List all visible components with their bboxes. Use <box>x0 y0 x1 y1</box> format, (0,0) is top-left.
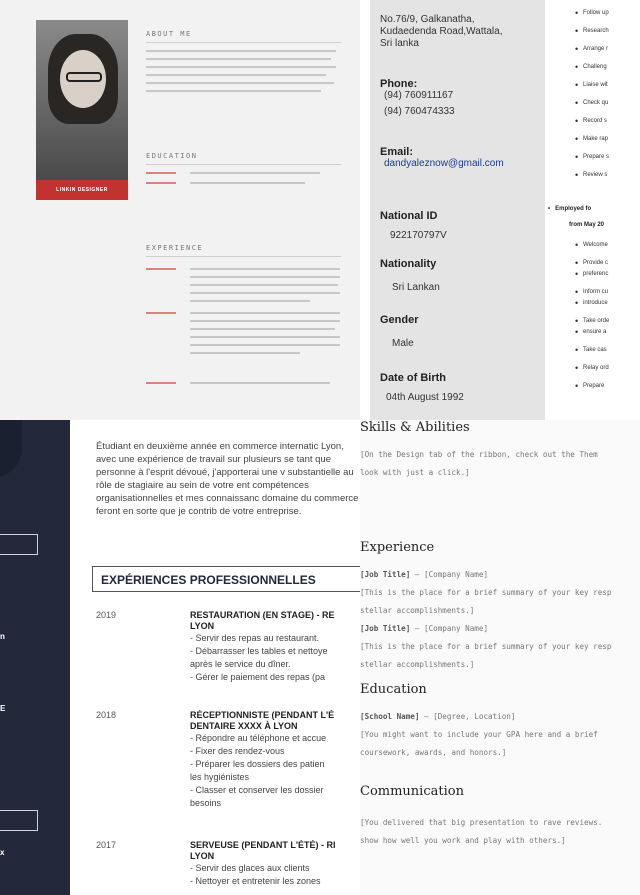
communication-heading: Communication <box>360 784 464 799</box>
resume-panel-grey-sidebar: No.76/9, Galkanatha, Kudaedenda Road,Wat… <box>360 0 640 420</box>
job-year: 2017 <box>96 840 117 850</box>
resume-panel-creative: LINKIN DESIGNER ABOUT ME EDUCATION EXPER… <box>0 0 360 420</box>
education-heading: Education <box>360 682 427 697</box>
list-item: Inform cu <box>575 287 609 300</box>
list-item: Make rap <box>575 134 609 154</box>
list-item-continued: introduce <box>575 298 609 318</box>
list-item-continued: ensure a <box>575 327 609 347</box>
sidebar-text: n <box>0 632 5 641</box>
duties-list-bottom: Welcome Provide c preferenc Inform cu in… <box>575 240 609 401</box>
section-title: EXPÉRIENCES PROFESSIONNELLES <box>92 566 360 592</box>
job-duty: - Servir des repas au restaurant. <box>190 633 320 643</box>
job-title: RESTAURATION (EN STAGE) - RE <box>190 610 335 620</box>
experience-heading: Experience <box>360 540 435 555</box>
skills-text: look with just a click.] <box>360 468 470 477</box>
job-entry: RÉCEPTIONNISTE (PENDANT L'É DENTAIRE XXX… <box>190 710 360 810</box>
dob-label: Date of Birth <box>380 372 446 384</box>
dob-value: 04th August 1992 <box>386 392 464 403</box>
job-title: LYON <box>190 851 215 861</box>
gender-value: Male <box>392 338 414 349</box>
list-item: Challeng <box>575 62 609 82</box>
profile-photo <box>36 20 128 180</box>
comm-text: [You delivered that big presentation to … <box>360 818 603 827</box>
gender-label: Gender <box>380 314 419 326</box>
job-entry: RESTAURATION (EN STAGE) - RE LYON - Serv… <box>190 610 360 684</box>
profile-photo <box>0 420 22 478</box>
list-item: Review s <box>575 170 609 190</box>
employment-heading: • Employed fo <box>548 206 592 212</box>
job-title: RÉCEPTIONNISTE (PENDANT L'É <box>190 710 335 720</box>
job-duty: - Préparer les dossiers des patien <box>190 759 325 769</box>
list-item: Take cas <box>575 345 609 365</box>
job-duty: - Servir des glaces aux clients <box>190 863 310 873</box>
address-line: No.76/9, Galkanatha, <box>380 14 475 25</box>
job-desc: stellar accomplishments.] <box>360 606 475 615</box>
job-title: SERVEUSE (PENDANT L'ÉTÉ) - RI <box>190 840 336 850</box>
photo-banner: LINKIN DESIGNER <box>36 180 128 200</box>
intro-paragraph: Étudiant en deuxième année en commerce i… <box>96 441 359 517</box>
job-entry: SERVEUSE (PENDANT L'ÉTÉ) - RI LYON - Ser… <box>190 840 360 888</box>
job-line: [Job Title] – [Company Name] <box>360 570 489 579</box>
national-id-label: National ID <box>380 210 438 222</box>
sidebar-box <box>0 534 38 555</box>
comm-text: show how well you work and play with oth… <box>360 836 566 845</box>
list-item: Check qu <box>575 98 609 118</box>
list-item: Follow up <box>575 8 609 28</box>
skills-text: [On the Design tab of the ribbon, check … <box>360 450 598 459</box>
job-desc: [This is the place for a brief summary o… <box>360 642 612 651</box>
experience-heading: EXPERIENCE <box>146 244 204 252</box>
address-line: Sri lanka <box>380 38 419 49</box>
job-year: 2018 <box>96 710 117 720</box>
list-item: Prepare <box>575 381 609 401</box>
job-line: [Job Title] – [Company Name] <box>360 624 489 633</box>
nationality-label: Nationality <box>380 258 437 270</box>
phone-number: (94) 760474333 <box>384 106 455 117</box>
job-duty: - Classer et conserver les dossier <box>190 785 324 795</box>
job-duty: - Gérer le paiement des repas (pa <box>190 672 326 682</box>
employment-date: from May 20 <box>569 222 605 228</box>
national-id-value: 922170797V <box>390 230 447 241</box>
list-item: Research <box>575 26 609 46</box>
email-link[interactable]: dandyaleznow@gmail.com <box>384 158 504 170</box>
nationality-value: Sri Lankan <box>392 282 440 293</box>
list-item: Liaise wit <box>575 80 609 100</box>
about-heading: ABOUT ME <box>146 30 192 38</box>
job-duty: - Fixer des rendez-vous <box>190 746 285 756</box>
sidebar-text: x <box>0 848 5 857</box>
job-duty: - Répondre au téléphone et accue <box>190 733 327 743</box>
list-item: Arrange r <box>575 44 609 64</box>
job-title: LYON <box>190 621 215 631</box>
job-desc: [This is the place for a brief summary o… <box>360 588 612 597</box>
email-label: Email: <box>380 146 414 158</box>
job-duty: besoins <box>190 798 222 808</box>
sidebar-text: E <box>0 704 6 713</box>
phone-number: (94) 760911167 <box>384 90 454 101</box>
job-duty: - Débarrasser les tables et nettoye <box>190 646 328 656</box>
list-item: Provide c <box>575 258 609 271</box>
list-item-continued: preferenc <box>575 269 609 289</box>
skills-heading: Skills & Abilities <box>360 420 470 435</box>
list-item: Relay ord <box>575 363 609 383</box>
list-item: Welcome <box>575 240 609 260</box>
edu-text: coursework, awards, and honors.] <box>360 748 507 757</box>
edu-text: [You might want to include your GPA here… <box>360 730 598 739</box>
job-duty: les hygiénistes <box>190 772 250 782</box>
sidebar-box <box>0 810 38 831</box>
phone-label: Phone: <box>380 78 418 90</box>
resume-panel-template: Skills & Abilities [On the Design tab of… <box>360 420 640 895</box>
job-title: DENTAIRE XXXX À LYON <box>190 721 298 731</box>
navy-sidebar: n E x <box>0 420 70 895</box>
resume-panel-french: n E x Étudiant en deuxième année en comm… <box>0 420 360 895</box>
duties-list-top: Follow up Research Arrange r Challeng Li… <box>575 8 609 190</box>
job-duty: après le service du dîner. <box>190 659 291 669</box>
job-duty: - Nettoyer et entretenir les zones <box>190 876 321 886</box>
address-line: Kudaedenda Road,Wattala, <box>380 26 503 37</box>
list-item: Record s <box>575 116 609 136</box>
school-line: [School Name] – [Degree, Location] <box>360 712 516 721</box>
list-item: Prepare s <box>575 152 609 172</box>
job-year: 2019 <box>96 610 117 620</box>
list-item: Take orde <box>575 316 609 329</box>
job-desc: stellar accomplishments.] <box>360 660 475 669</box>
education-heading: EDUCATION <box>146 152 198 160</box>
